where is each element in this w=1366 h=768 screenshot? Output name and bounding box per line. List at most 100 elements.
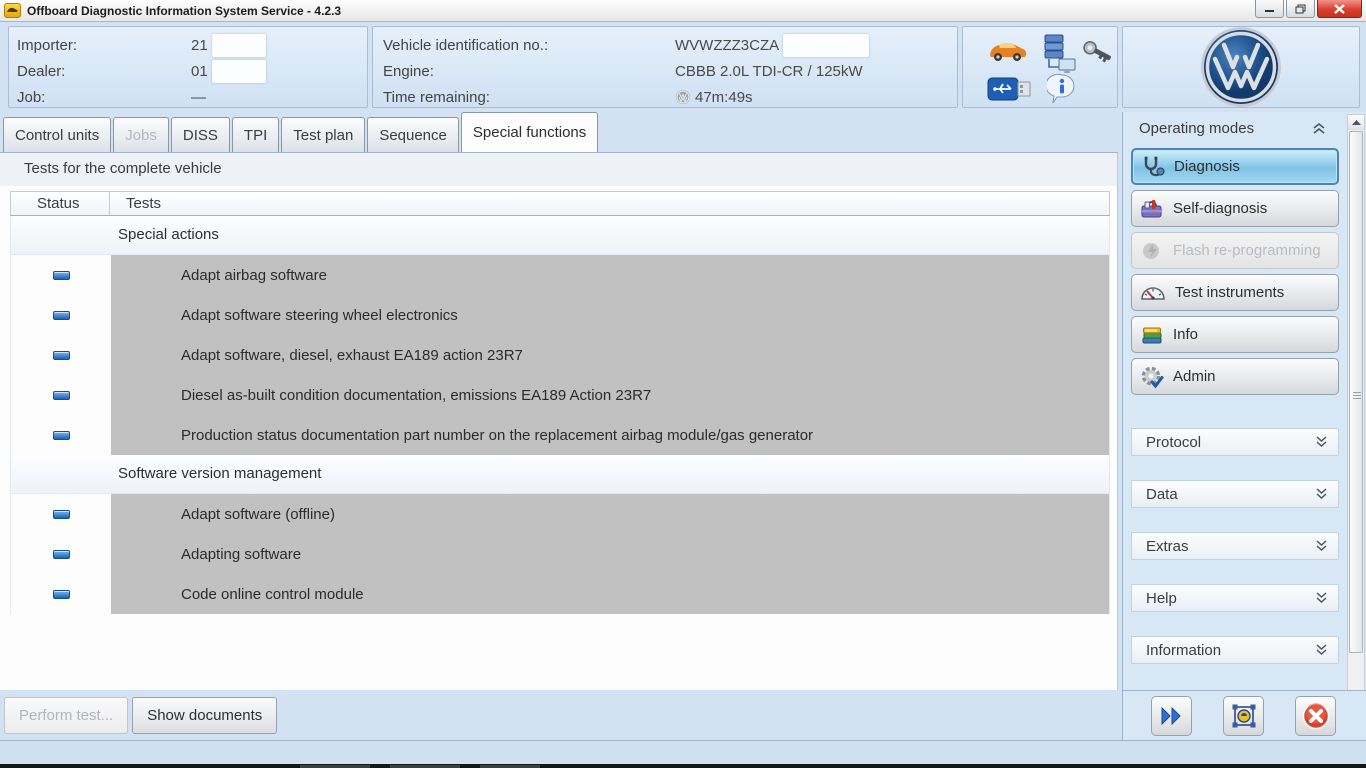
frame-target-button[interactable]: [1223, 696, 1264, 736]
app-icon: [4, 3, 21, 18]
chevron-down-icon: [1315, 488, 1328, 500]
collapse-section-icon[interactable]: [1312, 122, 1326, 134]
test-status-icon: [53, 391, 70, 400]
connection-status-panel: [962, 26, 1118, 108]
section-data[interactable]: Data: [1131, 480, 1339, 508]
tab-tpi[interactable]: TPI: [232, 117, 279, 152]
minimize-button[interactable]: [1255, 0, 1284, 18]
operating-modes-title: Operating modes: [1139, 120, 1329, 137]
title-bar: Offboard Diagnostic Information System S…: [0, 0, 1366, 22]
vw-small-icon: [675, 89, 691, 105]
vin-label: Vehicle identification no.:: [383, 37, 675, 54]
perform-test-button[interactable]: Perform test...: [4, 697, 128, 734]
frame-target-icon: [1231, 703, 1257, 729]
mode-test-instruments[interactable]: Test instruments: [1131, 274, 1339, 311]
time-remaining-label: Time remaining:: [383, 89, 675, 106]
gauge-icon: [1140, 282, 1166, 304]
car-icon: [987, 37, 1029, 65]
tab-diss[interactable]: DISS: [171, 117, 230, 152]
test-status-icon: [53, 590, 70, 599]
mode-admin[interactable]: Admin: [1131, 358, 1339, 395]
session-info-panel: Importer:21 Dealer:01 Job:—: [8, 26, 368, 108]
mode-diagnosis[interactable]: Diagnosis: [1131, 148, 1339, 185]
group-row-software-version-management[interactable]: Software version management: [11, 455, 1109, 494]
odis-window: Offboard Diagnostic Information System S…: [0, 0, 1366, 768]
exit-button[interactable]: [1295, 696, 1336, 736]
tests-caption: Tests for the complete vehicle: [0, 153, 1117, 186]
section-help[interactable]: Help: [1131, 584, 1339, 612]
close-button[interactable]: [1317, 0, 1362, 18]
key-icon: [1081, 37, 1115, 67]
test-row[interactable]: Diesel as-built condition documentation,…: [11, 375, 1109, 415]
vin-redaction: [783, 34, 869, 57]
test-row[interactable]: Production status documentation part num…: [11, 415, 1109, 455]
main-tab-bar: Control units Jobs DISS TPI Test plan Se…: [0, 112, 1118, 152]
sidebar-footer: [1122, 690, 1366, 740]
test-row[interactable]: Adapt software, diesel, exhaust EA189 ac…: [11, 335, 1109, 375]
importer-redaction: [212, 34, 266, 57]
job-label: Job:: [17, 89, 191, 106]
importer-value: 21: [191, 37, 208, 54]
scrollbar-grip: [1353, 392, 1361, 400]
fast-forward-button[interactable]: [1151, 696, 1192, 736]
sidebar-scrollbar[interactable]: [1347, 114, 1365, 720]
restore-button[interactable]: [1286, 0, 1315, 18]
tab-special-functions[interactable]: Special functions: [461, 112, 598, 152]
section-extras[interactable]: Extras: [1131, 532, 1339, 560]
section-protocol[interactable]: Protocol: [1131, 428, 1339, 456]
test-status-icon: [53, 510, 70, 519]
tests-table: Status Tests Special actions Adapt airba…: [10, 191, 1110, 614]
show-documents-button[interactable]: Show documents: [132, 697, 277, 734]
vehicle-info-panel: Vehicle identification no.:WVWZZZ3CZA En…: [372, 26, 958, 108]
network-icon: [1035, 33, 1079, 75]
test-row[interactable]: Adapt airbag software: [11, 255, 1109, 295]
chevron-down-icon: [1315, 540, 1328, 552]
stethoscope-icon: [1141, 155, 1165, 179]
sidebar: Operating modes Diagnosis Self-diagnosis: [1122, 112, 1366, 690]
tab-control-units[interactable]: Control units: [3, 117, 111, 152]
test-status-icon: [53, 431, 70, 440]
dealer-redaction: [212, 60, 266, 83]
chevron-down-icon: [1315, 436, 1328, 448]
test-row[interactable]: Adapting software: [11, 534, 1109, 574]
scroll-up-icon[interactable]: [1348, 115, 1364, 130]
window-title: Offboard Diagnostic Information System S…: [27, 4, 341, 18]
books-icon: [1140, 323, 1164, 347]
column-header-tests: Tests: [110, 192, 1109, 215]
taskbar-edge: [0, 764, 1366, 768]
vin-value: WVWZZZ3CZA: [675, 37, 779, 54]
engine-value: CBBB 2.0L TDI-CR / 125kW: [675, 63, 863, 80]
vw-logo: [1200, 26, 1282, 108]
tab-sequence[interactable]: Sequence: [367, 117, 459, 152]
test-status-icon: [53, 550, 70, 559]
job-value: —: [191, 89, 206, 106]
test-status-icon: [53, 271, 70, 280]
column-header-status: Status: [11, 192, 110, 215]
gear-icon: [1140, 365, 1164, 389]
tab-jobs[interactable]: Jobs: [113, 117, 169, 152]
tab-test-plan[interactable]: Test plan: [281, 117, 365, 152]
fast-forward-icon: [1159, 706, 1185, 726]
test-row[interactable]: Adapt software steering wheel electronic…: [11, 295, 1109, 335]
scrollbar-thumb[interactable]: [1349, 131, 1363, 653]
mode-info[interactable]: Info: [1131, 316, 1339, 353]
importer-label: Importer:: [17, 37, 191, 54]
test-row[interactable]: Code online control module: [11, 574, 1109, 614]
flash-icon: [1140, 239, 1164, 263]
toolbox-icon: [1140, 197, 1164, 221]
mode-flash-re-programming[interactable]: Flash re-programming: [1131, 232, 1339, 269]
mode-self-diagnosis[interactable]: Self-diagnosis: [1131, 190, 1339, 227]
chevron-down-icon: [1315, 592, 1328, 604]
info-icon[interactable]: [1047, 73, 1077, 105]
special-functions-panel: Tests for the complete vehicle Status Te…: [0, 152, 1118, 690]
dealer-value: 01: [191, 63, 208, 80]
chevron-down-icon: [1315, 644, 1328, 656]
group-row-special-actions[interactable]: Special actions: [11, 216, 1109, 255]
usb-icon: [987, 75, 1033, 103]
section-information[interactable]: Information: [1131, 636, 1339, 664]
action-button-bar: Perform test... Show documents: [0, 690, 1118, 740]
engine-label: Engine:: [383, 63, 675, 80]
close-red-icon: [1302, 702, 1330, 730]
test-row[interactable]: Adapt software (offline): [11, 494, 1109, 534]
dealer-label: Dealer:: [17, 63, 191, 80]
